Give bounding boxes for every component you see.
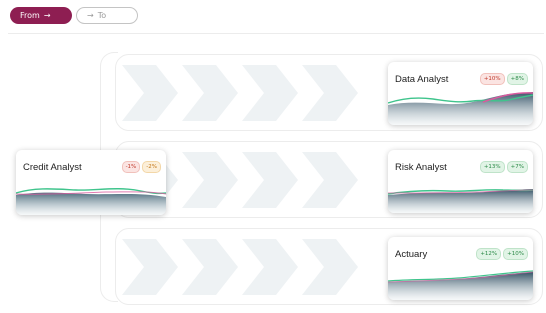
from-label: From [20,11,40,20]
chevron-arrows-icon [122,239,358,295]
trend-badges: +10% +8% [479,73,528,85]
role-title: Data Analyst [395,74,449,85]
chevron-arrows-icon [122,65,358,121]
trend-badge: +7% [506,161,528,173]
trend-badge: +12% [476,248,502,260]
header-divider [8,33,544,34]
target-role-card-risk-analyst[interactable]: Risk Analyst +13% +7% [388,150,533,213]
trend-badge: +10% [503,248,528,260]
trend-badge: -2% [142,161,161,173]
trend-sparkline [388,92,533,125]
trend-badges: +12% +10% [476,248,528,260]
source-role-card[interactable]: Credit Analyst -1% -2% [16,150,166,215]
target-role-card-data-analyst[interactable]: Data Analyst +10% +8% [388,62,533,125]
trend-sparkline [388,270,533,300]
trend-badges: +13% +7% [479,161,528,173]
to-label: To [97,11,107,20]
target-role-card-actuary[interactable]: Actuary +12% +10% [388,237,533,300]
direction-toggle: From → → To [10,7,138,24]
to-toggle-button[interactable]: → To [76,7,138,24]
trend-badge: +10% [479,73,505,85]
role-title: Actuary [395,249,428,260]
role-title: Credit Analyst [23,162,82,173]
trend-sparkline [16,188,166,215]
trend-badges: -1% -2% [121,161,161,173]
arrow-right-icon: → [87,11,94,20]
trend-badge: +13% [479,161,505,173]
trend-badge: -1% [121,161,141,173]
arrow-right-icon: → [43,11,51,20]
trend-badge: +8% [506,73,528,85]
trend-sparkline [388,189,533,213]
from-toggle-button[interactable]: From → [10,7,72,24]
role-title: Risk Analyst [395,162,447,173]
